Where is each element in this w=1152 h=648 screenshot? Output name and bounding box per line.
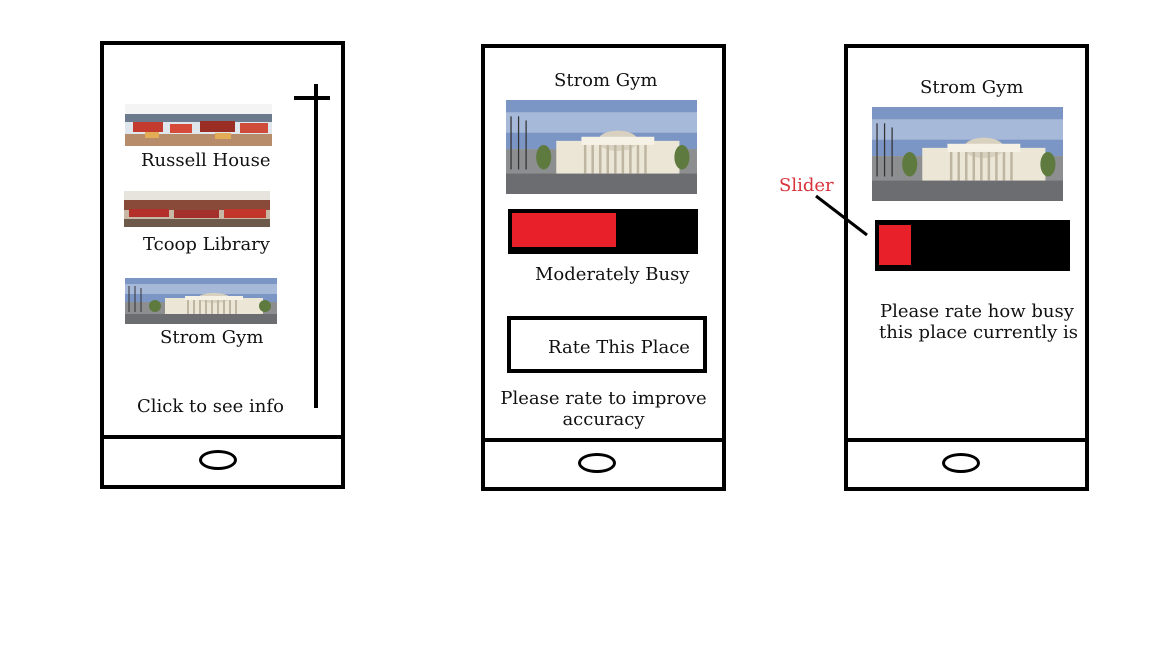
page-title: Strom Gym [554, 70, 658, 91]
strom-gym-photo [872, 107, 1063, 201]
click-to-see-info-hint: Click to see info [137, 396, 284, 417]
slider-annotation-pointer [815, 194, 868, 237]
home-button[interactable] [578, 453, 616, 473]
busyness-slider[interactable] [875, 220, 1070, 271]
home-button[interactable] [199, 450, 237, 470]
scrollbar-track [314, 84, 318, 408]
home-button[interactable] [942, 453, 980, 473]
scrollbar[interactable] [294, 84, 330, 408]
rate-this-place-button[interactable]: Rate This Place [507, 316, 707, 373]
rating-prompt-line-1: Please rate how busy [880, 301, 1074, 322]
phone-list-screen: Russell House Tcoop Library Strom Gym Cl… [100, 41, 345, 489]
home-bar-divider [483, 438, 724, 442]
tcoop-library-thumbnail[interactable] [124, 191, 270, 227]
home-bar-divider [102, 435, 343, 439]
list-item-label-russell-house[interactable]: Russell House [141, 150, 271, 171]
list-item-label-strom-gym[interactable]: Strom Gym [160, 327, 263, 348]
busyness-status: Moderately Busy [535, 264, 690, 285]
strom-gym-photo [506, 100, 697, 194]
list-item-label-tcoop-library[interactable]: Tcoop Library [143, 234, 270, 255]
busyness-slider-fill[interactable] [879, 225, 911, 265]
russell-house-thumbnail[interactable] [125, 104, 272, 146]
strom-gym-thumbnail[interactable] [125, 278, 277, 324]
busyness-meter-fill [512, 213, 616, 247]
phone-detail-screen: Strom Gym Moderately Busy Rate This Plac… [481, 44, 726, 491]
rating-note: Please rate to improve accuracy [495, 388, 712, 430]
home-bar-divider [846, 438, 1087, 442]
scrollbar-cap [294, 96, 330, 100]
annotation-arrow-line [815, 194, 868, 237]
rating-prompt-line-2: this place currently is [879, 322, 1079, 343]
rate-button-label: Rate This Place [548, 337, 690, 358]
rating-note-text: Please rate to improve accuracy [500, 388, 707, 430]
busyness-meter [508, 209, 698, 254]
phone-rating-screen: Strom Gym Please rate how busy this plac… [844, 44, 1089, 491]
page-title: Strom Gym [920, 77, 1024, 98]
